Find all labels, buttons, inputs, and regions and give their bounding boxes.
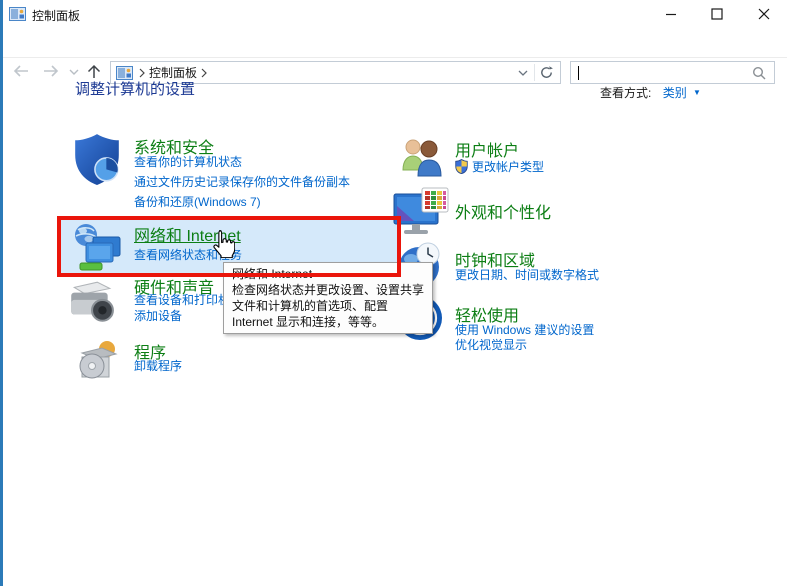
category-link[interactable]: 卸载程序 xyxy=(134,357,182,374)
category-link[interactable]: 更改帐户类型 xyxy=(472,158,544,175)
category-link[interactable]: 备份和还原(Windows 7) xyxy=(134,193,261,210)
display-personalization-icon[interactable] xyxy=(392,186,454,240)
view-by-dropdown-icon[interactable]: ▼ xyxy=(693,88,701,97)
tooltip-line: Internet 显示和连接，等等。 xyxy=(232,314,424,330)
close-icon xyxy=(758,8,770,20)
search-box[interactable] xyxy=(570,61,775,84)
history-dropdown-icon[interactable] xyxy=(69,69,79,75)
printer-icon[interactable] xyxy=(66,279,116,325)
view-by-control: 查看方式: 类别 ▼ xyxy=(600,84,701,101)
hand-cursor-icon xyxy=(211,229,235,258)
breadcrumb-chevron-icon[interactable] xyxy=(139,68,145,78)
tooltip-line: 文件和计算机的首选项、配置 xyxy=(232,298,424,314)
category-title[interactable]: 外观和个性化 xyxy=(455,199,551,223)
window-title: 控制面板 xyxy=(32,7,80,24)
control-panel-icon xyxy=(9,7,26,21)
category-link[interactable]: 添加设备 xyxy=(134,307,182,324)
forward-button[interactable] xyxy=(42,64,60,78)
navigation-bar: 控制面板 xyxy=(0,28,787,58)
user-accounts-icon[interactable] xyxy=(399,136,445,178)
security-shield-icon[interactable] xyxy=(72,132,122,186)
refresh-icon[interactable] xyxy=(539,65,554,80)
category-link[interactable]: 更改日期、时间或数字格式 xyxy=(455,266,599,283)
page-title: 调整计算机的设置 xyxy=(75,78,195,99)
tooltip-line: 检查网络状态并更改设置、设置共享 xyxy=(232,282,424,298)
view-by-value[interactable]: 类别 xyxy=(663,86,687,100)
minimize-icon xyxy=(665,8,677,20)
category-link[interactable]: 通过文件历史记录保存你的文件备份副本 xyxy=(134,173,350,190)
breadcrumb-chevron-icon[interactable] xyxy=(201,68,207,78)
maximize-button[interactable] xyxy=(694,0,740,28)
maximize-icon xyxy=(711,8,723,20)
category-link[interactable]: 优化视觉显示 xyxy=(455,336,527,353)
control-panel-window: 控制面板 xyxy=(0,0,787,586)
search-icon[interactable] xyxy=(752,66,766,80)
close-button[interactable] xyxy=(741,0,787,28)
category-link[interactable]: 查看设备和打印机 xyxy=(134,291,230,308)
text-caret xyxy=(578,66,579,80)
address-divider xyxy=(534,64,535,81)
up-button[interactable] xyxy=(86,64,102,79)
program-box-cd-icon[interactable] xyxy=(76,338,120,380)
back-button[interactable] xyxy=(12,64,30,78)
view-by-label: 查看方式: xyxy=(600,86,651,100)
search-input[interactable] xyxy=(581,64,741,81)
title-bar[interactable]: 控制面板 xyxy=(0,0,787,28)
category-link[interactable]: 查看你的计算机状态 xyxy=(134,153,242,170)
address-dropdown-icon[interactable] xyxy=(518,70,528,76)
category-link-row: 更改帐户类型 xyxy=(455,158,544,174)
window-left-border xyxy=(0,0,3,586)
uac-shield-icon xyxy=(455,159,468,174)
minimize-button[interactable] xyxy=(648,0,694,28)
